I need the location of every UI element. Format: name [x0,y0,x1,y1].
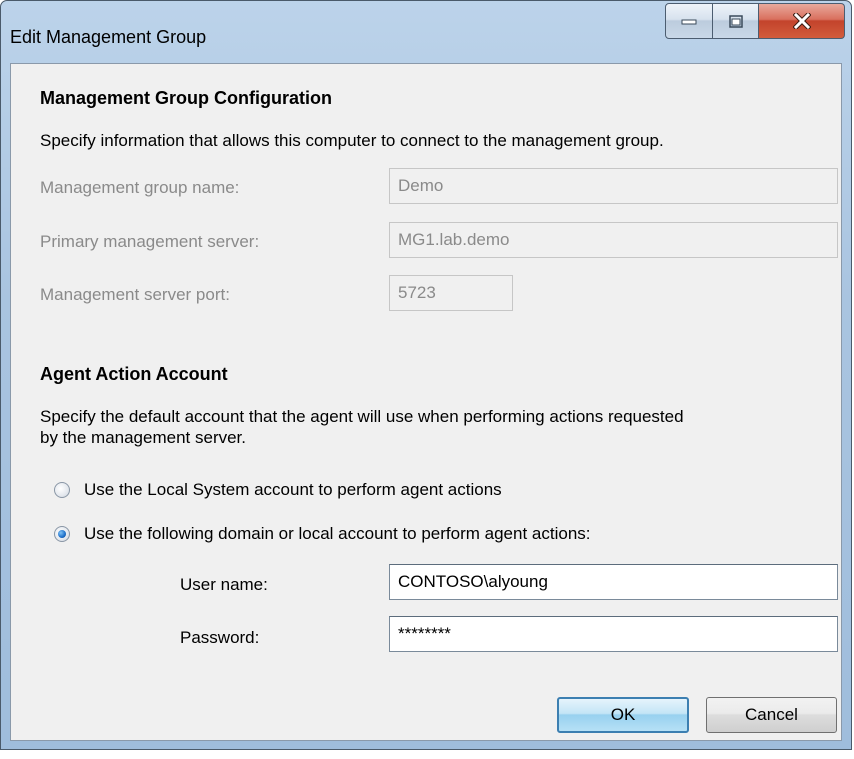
primary-management-server-field: MG1.lab.demo [389,222,838,258]
close-button[interactable] [759,3,845,39]
primary-management-server-label: Primary management server: [40,232,260,251]
mgmt-group-description: Specify information that allows this com… [40,131,664,150]
window-title: Edit Management Group [10,27,207,47]
radio-domain-account-button[interactable] [54,526,70,542]
dialog-window: Edit Management Group Management Group C… [0,0,852,750]
radio-domain-account-label: Use the following domain or local accoun… [84,524,591,543]
radio-local-system-label: Use the Local System account to perform … [84,480,502,499]
minimize-icon [681,19,697,25]
management-group-name-value: Demo [398,176,444,195]
management-server-port-field: 5723 [389,275,513,311]
management-server-port-label: Management server port: [40,285,230,304]
radio-local-system[interactable]: Use the Local System account to perform … [54,480,502,500]
cancel-button[interactable]: Cancel [706,697,837,733]
radio-local-system-button[interactable] [54,482,70,498]
action-account-description-line2: by the management server. [40,428,247,447]
primary-management-server-value: MG1.lab.demo [398,230,510,249]
action-account-heading: Agent Action Account [40,364,228,384]
username-field[interactable]: CONTOSO\alyoung [389,564,838,600]
action-account-description-line1: Specify the default account that the age… [40,407,684,426]
close-icon [792,13,811,29]
maximize-button[interactable] [713,3,759,39]
username-value: CONTOSO\alyoung [398,572,548,591]
management-group-name-field: Demo [389,168,838,204]
title-bar[interactable]: Edit Management Group [1,1,851,63]
password-field[interactable]: ******** [389,616,838,652]
radio-domain-account[interactable]: Use the following domain or local accoun… [54,524,591,544]
maximize-icon [728,14,743,28]
management-server-port-value: 5723 [398,283,436,302]
password-label: Password: [180,628,260,647]
username-label: User name: [180,575,268,594]
password-value: ******** [398,624,451,643]
caption-buttons [665,3,845,39]
dialog-content: Management Group Configuration Specify i… [10,63,842,741]
management-group-name-label: Management group name: [40,178,240,197]
mgmt-group-heading: Management Group Configuration [40,88,332,108]
minimize-button[interactable] [665,3,713,39]
ok-button[interactable]: OK [557,697,689,733]
action-account-description: Specify the default account that the age… [40,406,830,448]
